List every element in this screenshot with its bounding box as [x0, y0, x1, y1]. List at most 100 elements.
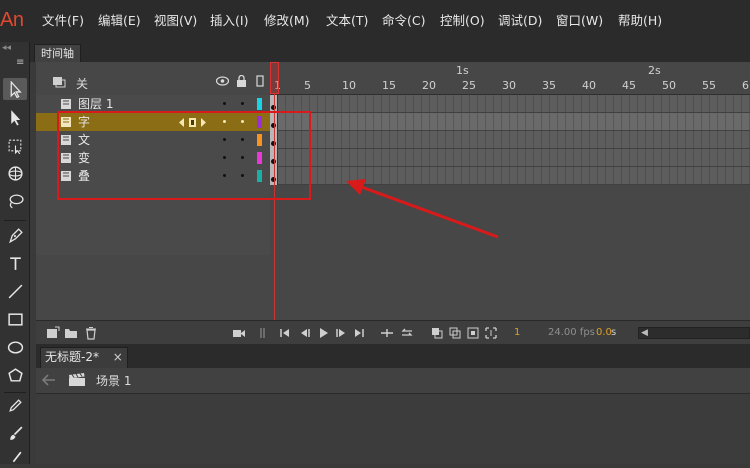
lock-icon[interactable] — [236, 75, 247, 87]
menu-file[interactable]: 文件(F) — [42, 12, 84, 30]
layer-header-label: 关 — [76, 77, 89, 91]
oval-icon — [7, 340, 23, 354]
time-unit-label: s — [611, 327, 617, 338]
menu-view[interactable]: 视图(V) — [154, 12, 197, 30]
app-logo: An — [0, 9, 24, 31]
next-frame-icon[interactable] — [334, 326, 348, 340]
ruler-frame-label: 45 — [622, 79, 636, 92]
ruler-frame-label: 55 — [702, 79, 716, 92]
polystar-icon — [7, 367, 23, 382]
camera-icon[interactable] — [232, 326, 246, 340]
polystar-tool[interactable] — [3, 364, 27, 386]
panel-grip-icon[interactable] — [256, 326, 270, 340]
clapperboard-icon — [69, 373, 85, 386]
brush-tool[interactable] — [3, 422, 27, 444]
menu-help[interactable]: 帮助(H) — [618, 12, 662, 30]
edit-multiple-frames-icon[interactable] — [466, 326, 480, 340]
menu-control[interactable]: 控制(O) — [440, 12, 485, 30]
ruler-second-label: 1s — [456, 64, 469, 77]
frame-row[interactable] — [270, 113, 750, 131]
frame-rate-readout[interactable]: 24.00 fps — [548, 326, 595, 340]
ruler-frame-label: 30 — [502, 79, 516, 92]
outline-icon[interactable] — [256, 75, 264, 87]
close-icon[interactable]: × — [113, 350, 123, 364]
layer-color-swatch[interactable] — [257, 98, 262, 110]
elapsed-time-readout[interactable]: 0.0 — [596, 326, 612, 340]
paint-brush-tool[interactable] — [3, 446, 27, 468]
collapse-panel-icon[interactable]: ◂◂ — [0, 42, 30, 56]
oval-tool[interactable] — [3, 336, 27, 358]
first-frame-icon[interactable] — [278, 326, 292, 340]
menu-modify[interactable]: 修改(M) — [264, 12, 310, 30]
visibility-dot[interactable] — [223, 102, 226, 105]
onion-skin-icon[interactable] — [430, 326, 444, 340]
line-tool[interactable] — [3, 280, 27, 302]
onion-outline-icon[interactable] — [448, 326, 462, 340]
layer-stack-icon[interactable] — [52, 76, 66, 88]
ruler-frame-label: 6 — [742, 79, 749, 92]
last-frame-icon[interactable] — [352, 326, 366, 340]
document-tab[interactable]: 无标题-2* × — [40, 347, 128, 368]
back-arrow-icon[interactable] — [42, 374, 56, 386]
frame-ruler[interactable]: 1s 2s 1 5 10 15 20 25 30 35 40 45 50 55 … — [270, 62, 750, 95]
timeline-footer: 1 24.00 fps 0.0 s ◀ — [36, 320, 750, 344]
toolbar-divider — [4, 220, 26, 221]
lasso-icon — [9, 193, 24, 208]
selection-arrow-icon — [10, 80, 22, 98]
selection-tool[interactable] — [3, 78, 27, 100]
current-frame-readout[interactable]: 1 — [514, 326, 520, 340]
menu-text[interactable]: 文本(T) — [326, 12, 368, 30]
text-tool[interactable] — [3, 252, 27, 274]
center-frame-icon[interactable] — [380, 326, 394, 340]
scene-label[interactable]: 场景 1 — [96, 373, 131, 389]
playhead-handle[interactable] — [270, 62, 279, 94]
menu-insert[interactable]: 插入(I) — [210, 12, 248, 30]
scene-breadcrumb: 场景 1 — [36, 368, 750, 394]
stage-area[interactable] — [36, 394, 750, 464]
document-tab-label[interactable]: 无标题-2* — [45, 350, 99, 364]
rectangle-icon — [7, 312, 23, 326]
play-icon[interactable] — [316, 326, 330, 340]
horizontal-scrollbar[interactable]: ◀ — [638, 327, 750, 339]
pen-icon — [8, 227, 23, 243]
subselection-tool[interactable] — [3, 106, 27, 128]
ruler-frame-label: 25 — [462, 79, 476, 92]
previous-frame-icon[interactable] — [298, 326, 312, 340]
paint-brush-icon — [12, 451, 21, 462]
lock-dot[interactable] — [241, 102, 244, 105]
scroll-left-icon[interactable]: ◀ — [641, 328, 648, 338]
annotation-arrow — [346, 179, 499, 239]
tab-timeline[interactable]: 时间轴 — [34, 44, 81, 62]
3d-rotation-tool[interactable] — [3, 162, 27, 184]
ruler-frame-label: 35 — [542, 79, 556, 92]
menu-window[interactable]: 窗口(W) — [556, 12, 603, 30]
new-folder-icon[interactable] — [64, 326, 78, 340]
ruler-second-label: 2s — [648, 64, 661, 77]
pen-tool[interactable] — [3, 224, 27, 246]
free-transform-icon — [8, 139, 21, 154]
frame-row[interactable] — [270, 95, 750, 113]
loop-icon[interactable] — [400, 326, 414, 340]
panel-menu-icon[interactable]: ≡ — [16, 58, 28, 68]
ruler-frame-label: 5 — [304, 79, 311, 92]
lasso-tool[interactable] — [3, 190, 27, 212]
eye-icon[interactable] — [216, 76, 229, 86]
free-transform-tool[interactable] — [3, 134, 27, 156]
layer-header: 关 — [36, 62, 268, 95]
rectangle-tool[interactable] — [3, 308, 27, 330]
new-layer-icon[interactable] — [46, 326, 60, 340]
delete-icon[interactable] — [84, 326, 98, 340]
layer-name[interactable]: 图层 1 — [78, 96, 113, 112]
frame-row[interactable] — [270, 131, 750, 149]
menu-commands[interactable]: 命令(C) — [382, 12, 425, 30]
menu-debug[interactable]: 调试(D) — [498, 12, 542, 30]
menu-edit[interactable]: 编辑(E) — [98, 12, 141, 30]
pencil-tool[interactable] — [3, 394, 27, 416]
toolbar-divider — [4, 392, 26, 393]
tools-panel: ◂◂ ≡ — [0, 42, 30, 464]
menu-bar: An 文件(F) 编辑(E) 视图(V) 插入(I) 修改(M) 文本(T) 命… — [0, 0, 750, 42]
text-icon — [9, 256, 21, 270]
ruler-frame-label: 10 — [342, 79, 356, 92]
modify-markers-icon[interactable] — [484, 326, 498, 340]
ruler-frame-label: 20 — [422, 79, 436, 92]
